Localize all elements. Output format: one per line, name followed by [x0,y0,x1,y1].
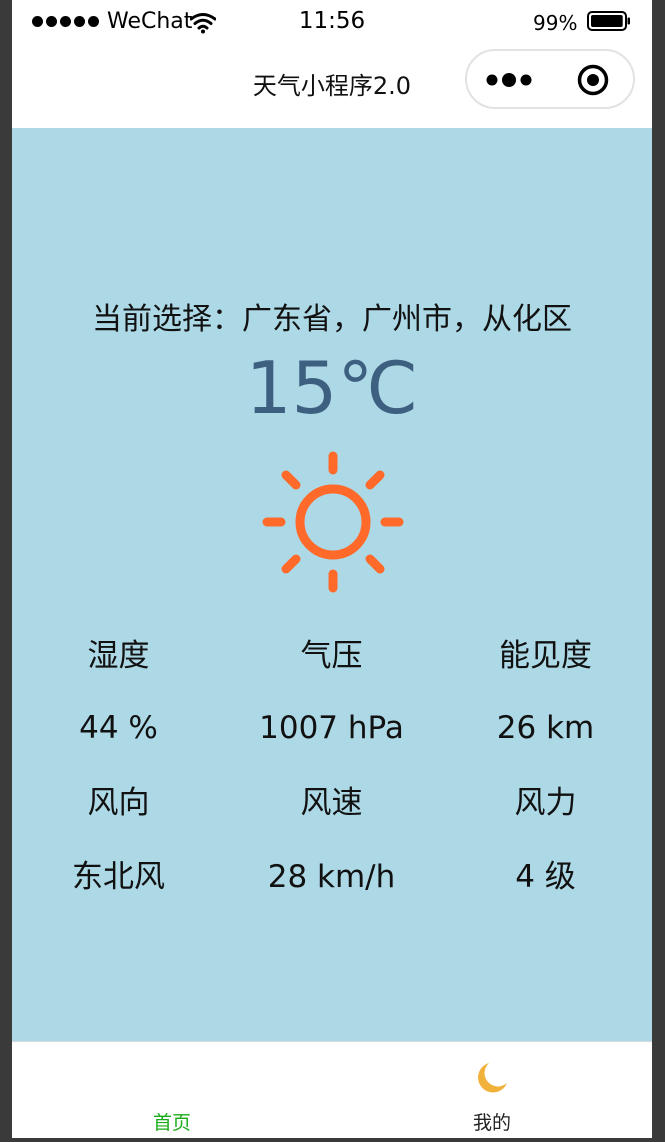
weather-panel: 当前选择：广东省，广州市，从化区 15℃ 湿度 气压 能见度 44 % 1007… [12,128,652,1041]
pressure-label: 气压 [300,638,363,674]
location-label: 当前选择：广东省，广州市，从化区 [92,302,572,337]
pressure-value: 1007 hPa [259,710,404,746]
wind-direction-value: 东北风 [72,859,165,895]
visibility-value: 26 km [496,710,595,746]
battery-percent: 99% [533,11,578,35]
visibility-label: 能见度 [499,638,592,674]
humidity-label: 湿度 [87,638,150,674]
tab-mine[interactable]: 我的 [332,1042,652,1138]
temperature-value: 15℃ [245,346,419,430]
wind-speed-label: 风速 [300,785,363,821]
target-close-icon[interactable] [577,64,609,96]
status-bar: WeChat 11:56 99% [12,0,652,44]
wind-speed-value: 28 km/h [267,859,396,895]
sun-icon [262,451,404,593]
tab-bar: 首页 我的 [12,1041,652,1138]
wind-direction-label: 风向 [87,785,150,821]
battery-icon [587,11,630,31]
wind-force-label: 风力 [514,785,577,821]
more-dots-icon[interactable] [485,69,535,91]
tab-home[interactable]: 首页 [12,1042,332,1138]
tab-home-label: 首页 [152,1112,191,1134]
tab-mine-label: 我的 [472,1112,511,1134]
wind-force-value: 4 级 [515,859,576,895]
humidity-value: 44 % [79,710,158,746]
nav-bar: 天气小程序2.0 [12,44,652,128]
moon-icon [478,1063,507,1093]
mini-program-capsule [465,49,635,109]
phone-screen: WeChat 11:56 99% 天气小程序2.0 当前选择：广东省，广州市，从… [12,0,652,1138]
